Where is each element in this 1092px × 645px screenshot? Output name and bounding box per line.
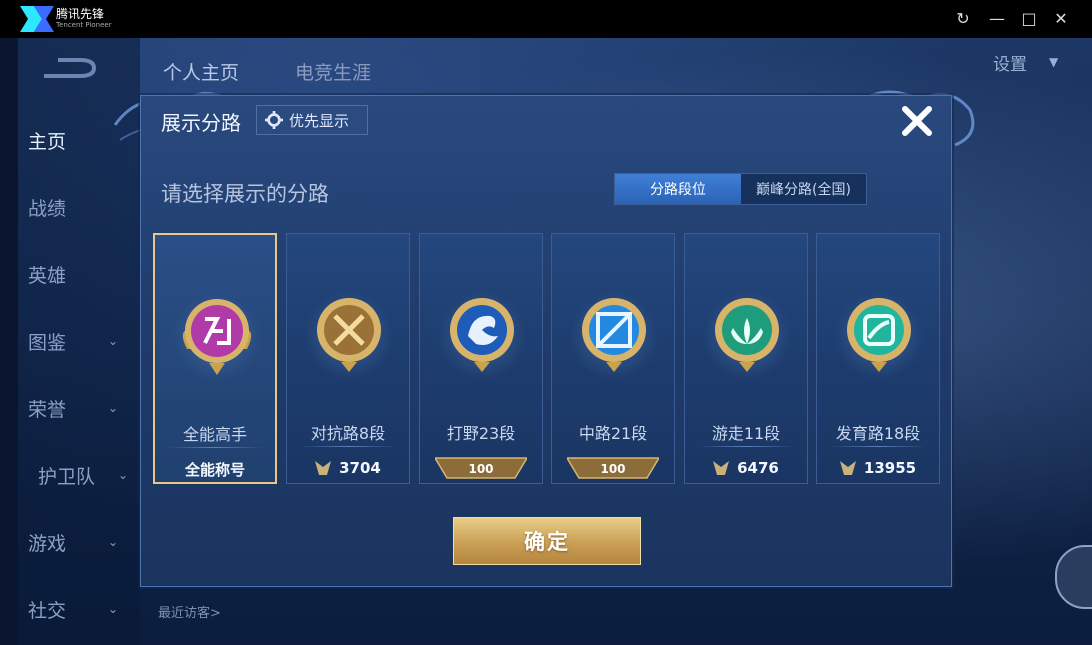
sidebar-item-label: 战绩 [28, 197, 67, 220]
sidebar-item-label: 英雄 [28, 264, 67, 287]
maximize-icon[interactable]: □ [1019, 9, 1039, 29]
lane-card-score: 6476 [737, 459, 779, 477]
sidebar-item-social[interactable]: 社交 ⌄ [28, 594, 128, 624]
chevron-down-icon: ⌄ [108, 334, 119, 348]
sidebar-item-heroes[interactable]: 英雄 [28, 259, 128, 289]
sidebar-item-label: 图鉴 [28, 331, 67, 354]
app-logo-icon [20, 6, 54, 32]
gear-icon [265, 111, 283, 129]
lane-card-score: 13955 [863, 459, 917, 477]
lane-card-label: 中路21段 [578, 424, 648, 443]
card-divider [697, 446, 795, 447]
mid-lane-badge-icon [582, 298, 646, 372]
priority-display-label: 优先显示 [289, 111, 350, 130]
tab-esports-career[interactable]: 电竞生涯 [295, 58, 371, 85]
peak-score-plate-icon: 100 [567, 457, 659, 479]
dialog-header: 展示分路 优先显示 [141, 96, 951, 144]
tab-peak-lane-national[interactable]: 巅峰分路(全国) [741, 174, 866, 204]
farm-lane-badge-icon [847, 298, 911, 372]
tab-lane-rank[interactable]: 分路段位 [615, 174, 741, 204]
settings-dropdown[interactable]: 设置 ▼ [975, 46, 1075, 78]
sidebar-item-label: 社交 [28, 599, 67, 622]
lane-card-roam[interactable]: 游走11段 6476 [684, 233, 808, 484]
sidebar-item-honor[interactable]: 荣誉 ⌄ [28, 393, 128, 423]
lane-card-label: 全能高手 [182, 425, 247, 444]
sidebar-item-label: 游戏 [28, 532, 67, 555]
confirm-button[interactable]: 确定 [453, 517, 641, 565]
score-icon [839, 461, 856, 475]
priority-display-button[interactable]: 优先显示 [256, 105, 368, 135]
chevron-down-icon: ⌄ [108, 535, 119, 549]
app-subtitle: Tencent Pioneer [56, 21, 112, 29]
refresh-icon[interactable]: ↻ [953, 9, 973, 29]
sidebar-item-label: 主页 [28, 130, 67, 153]
svg-text:100: 100 [600, 462, 625, 476]
lane-card-footer: 100 [420, 454, 542, 482]
recent-visitors-link[interactable]: 最近访客> [158, 602, 221, 621]
sidebar-item-label: 护卫队 [38, 465, 96, 488]
sidebar-item-codex[interactable]: 图鉴 ⌄ [28, 326, 128, 356]
svg-text:100: 100 [468, 462, 493, 476]
lane-card-label: 游走11段 [711, 424, 781, 443]
left-border [0, 38, 18, 645]
lane-card-label: 对抗路8段 [310, 424, 386, 443]
lane-card-footer: 100 [552, 454, 674, 482]
lane-card-farm-lane[interactable]: 发育路18段 13955 [816, 233, 940, 484]
lane-card-jungle[interactable]: 打野23段 100 [419, 233, 543, 484]
jungle-badge-icon [450, 298, 514, 372]
app-name: 腾讯先锋 [56, 7, 105, 21]
chevron-down-icon: ⌄ [108, 401, 119, 415]
sidebar-item-games[interactable]: 游戏 ⌄ [28, 527, 128, 557]
all-round-badge-icon [182, 299, 252, 375]
close-icon[interactable] [897, 101, 937, 141]
minimize-icon[interactable]: — [987, 9, 1007, 29]
window-titlebar: 腾讯先锋 Tencent Pioneer ↻ — □ ✕ [0, 0, 1092, 38]
game-logo-icon [44, 58, 97, 78]
chevron-down-icon: ⌄ [108, 602, 119, 616]
peak-score-plate-icon: 100 [435, 457, 527, 479]
lane-card-footer: 6476 [685, 454, 807, 482]
sidebar-item-records[interactable]: 战绩 [28, 192, 128, 222]
sidebar-item-label: 荣誉 [28, 398, 67, 421]
lane-card-clash-lane[interactable]: 对抗路8段 3704 [286, 233, 410, 484]
roam-badge-icon [715, 298, 779, 372]
dialog-subtitle: 请选择展示的分路 [161, 182, 329, 206]
card-divider [167, 447, 263, 448]
card-divider [299, 446, 397, 447]
lane-card-mid[interactable]: 中路21段 100 [551, 233, 675, 484]
lane-card-label: 打野23段 [446, 424, 516, 443]
close-window-icon[interactable]: ✕ [1051, 9, 1071, 29]
chevron-down-icon: ⌄ [118, 468, 129, 482]
lane-card-footer: 全能称号 [184, 460, 245, 479]
score-icon [713, 461, 730, 475]
lane-card-footer: 13955 [817, 454, 939, 482]
score-icon [315, 461, 332, 475]
tab-profile[interactable]: 个人主页 [163, 58, 239, 85]
settings-label: 设置 [993, 54, 1027, 75]
lane-card-score: 3704 [339, 459, 381, 477]
dialog-title: 展示分路 [161, 111, 241, 135]
sidebar-item-guard[interactable]: 护卫队 ⌄ [38, 460, 138, 490]
lane-type-segmented-control: 分路段位 巅峰分路(全国) [614, 173, 867, 205]
card-divider [829, 446, 927, 447]
lane-display-dialog: 展示分路 优先显示 请选择展示的分路 分路段位 巅峰分路(全国) 全能高手 全能… [140, 95, 952, 587]
lane-card-all-round[interactable]: 全能高手 全能称号 [153, 233, 277, 484]
lane-card-label: 发育路18段 [835, 424, 921, 443]
chevron-down-icon: ▼ [1049, 55, 1059, 69]
lane-card-footer: 3704 [287, 454, 409, 482]
clash-lane-badge-icon [317, 298, 381, 372]
